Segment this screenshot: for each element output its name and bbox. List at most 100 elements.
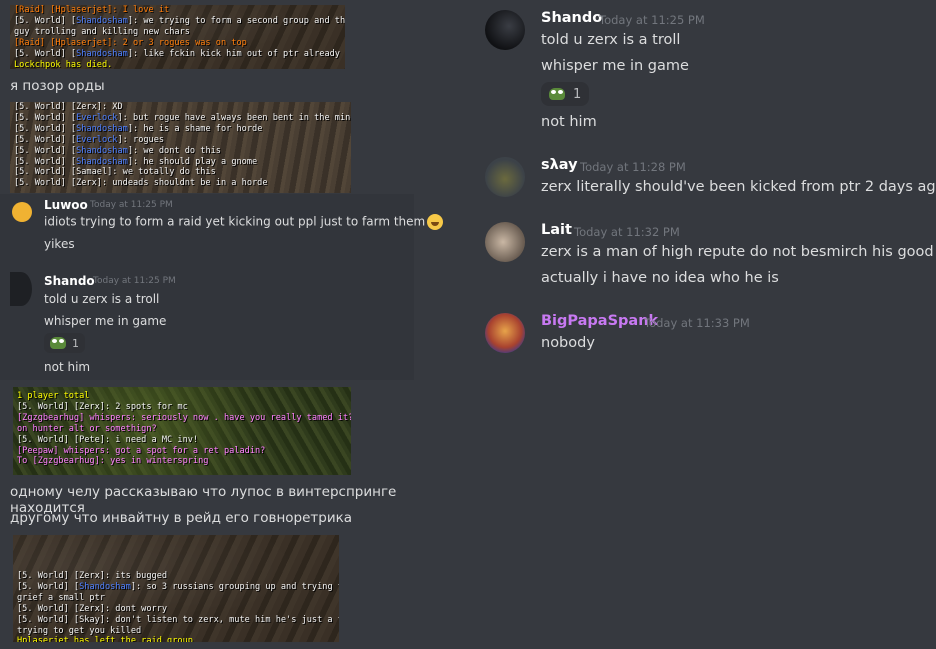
wow-chat-text: [Peepaw] whispers: got a spot for a ret … [17, 445, 266, 456]
shando-timestamp: Today at 11:25 PM [599, 13, 705, 27]
shando-line-1-small: told u zerx is a troll [44, 292, 160, 306]
left-collage: [Raid] [Hplaserjet]: I love it [5. World]… [0, 0, 472, 649]
wow-chat-text: [Raid] [Hplaserjet]: 2 or 3 rogues was o… [14, 37, 247, 48]
wow-chat-text: Hplaserjet has left the raid group [17, 636, 193, 642]
reaction-count: 1 [573, 86, 582, 102]
wow-chat-screenshot-whispers: 1 player total [5. World] [Zerx]: 2 spots… [13, 387, 351, 475]
pepe-emoji-icon [50, 337, 66, 349]
shando-line-2-small: whisper me in game [44, 314, 167, 328]
bigpapaspank-avatar[interactable] [485, 313, 525, 353]
pepe-reaction[interactable]: 1 [541, 82, 590, 106]
wow-chat-screenshot-middle: [5. World] [Zerx]: XD [5. World] [Everloc… [10, 102, 351, 193]
wow-chat-text: [5. World] [ [14, 48, 77, 59]
wow-chat-line: [5. World] [Shandosham]: we trying to fo… [14, 15, 345, 27]
wow-chat-text: trying to get you killed [17, 625, 142, 636]
wow-chat-text: [5. World] [Zerx]: 2 spots for mc [17, 401, 188, 412]
shando-message-2: whisper me in game [541, 58, 689, 74]
wow-chat-text: ]: like fckin kick him out of ptr alread… [127, 48, 340, 59]
luwoo-avatar [12, 202, 32, 222]
wow-chat-line: [5. World] [Zerx]: dont worry [17, 604, 335, 615]
wow-chat-text: grief a small ptr [17, 592, 105, 603]
wow-chat-screenshot-bottom: [5. World] [Zerx]: its bugged [5. World] … [13, 535, 339, 642]
wow-chat-line: [Raid] [Hplaserjet]: I love it [14, 5, 341, 16]
wow-player-name: Shandosham [79, 581, 131, 592]
shando-username-small[interactable]: Shando [44, 274, 95, 288]
wow-chat-line: [5. World] [Samael]: we totally do this [14, 167, 347, 178]
bigpapaspank-message: nobody [541, 335, 595, 351]
wow-chat-line: [5. World] [Shandosham]: he is a shame f… [14, 124, 347, 135]
wow-chat-line: [5. World] [Zerx]: 2 spots for mc [17, 402, 347, 413]
wow-player-name: Everlock [76, 134, 118, 145]
reaction-count-small: 1 [72, 336, 79, 350]
wow-chat-line: [Peepaw] whispers: got a spot for a ret … [17, 446, 347, 457]
wow-chat-text: ]: he is a shame for horde [127, 123, 263, 134]
wow-chat-text: [Raid] [Hplaserjet]: I love it [14, 5, 170, 15]
wow-chat-text: [5. World] [Zerx]: undeads shouldnt be i… [14, 178, 268, 189]
embedded-discord-screenshot: Luwoo Today at 11:25 PM idiots trying to… [0, 194, 472, 380]
wow-chat-line: [5. World] [Shandosham]: so 3 russians g… [17, 581, 339, 593]
wow-player-name: Shandosham [76, 145, 128, 156]
wow-chat-line: To [Zgzgbearhug]: yes in winterspring [17, 456, 347, 467]
shando-message-3: not him [541, 114, 597, 130]
wow-chat-line: [5. World] [Zerx]: XD [14, 102, 347, 113]
wow-chat-text: [5. World] [Zerx]: its bugged [17, 571, 168, 581]
wow-chat-text: ]: but rogue have always been bent in th… [117, 112, 352, 123]
wow-player-name: Shandosham [76, 15, 128, 26]
wow-player-name: Everlock [76, 112, 118, 123]
lait-username[interactable]: Lait [541, 222, 572, 238]
lait-timestamp: Today at 11:32 PM [574, 225, 680, 239]
shando-username[interactable]: Shando [541, 10, 602, 26]
pepe-emoji-icon [549, 88, 565, 100]
slay-timestamp: Today at 11:28 PM [580, 160, 686, 174]
wow-chat-text: [5. World] [Skay]: don't listen to zerx,… [17, 614, 339, 625]
pepe-reaction-small[interactable]: 1 [44, 333, 85, 353]
lait-message-2: actually i have no idea who he is [541, 270, 779, 286]
wow-chat-text: To [Zgzgbearhug]: yes in winterspring [17, 456, 209, 467]
shando-avatar-small [10, 272, 32, 306]
smile-emoji-icon [427, 214, 444, 230]
message-text-ru-1: я позор орды [10, 78, 105, 94]
wow-chat-line: 1 player total [17, 391, 347, 402]
wow-chat-line: [Zgzgbearhug] whispers: seriously now . … [17, 413, 351, 424]
wow-chat-text: ]: so 3 russians grouping up and trying … [130, 581, 339, 592]
wow-chat-screenshot-top: [Raid] [Hplaserjet]: I love it [5. World]… [10, 5, 345, 69]
wow-chat-line: [5. World] [Shandosham]: we dont do this [14, 146, 347, 157]
shando-message-1: told u zerx is a troll [541, 32, 681, 48]
wow-chat-line: guy trolling and killing new chars [14, 27, 341, 38]
wow-chat-text: [5. World] [ [14, 112, 77, 123]
wow-chat-text: [5. World] [ [14, 145, 77, 156]
wow-chat-line: [5. World] [Skay]: don't listen to zerx,… [17, 615, 339, 626]
lait-avatar[interactable] [485, 222, 525, 262]
wow-chat-text: [5. World] [Pete]: i need a MC inv! [17, 434, 199, 445]
wow-chat-text: ]: he should play a gnome [127, 156, 258, 167]
shando-avatar[interactable] [485, 10, 525, 50]
wow-chat-text: [5. World] [ [14, 15, 77, 26]
wow-chat-text: [5. World] [ [14, 123, 77, 134]
wow-chat-text: [5. World] [ [14, 156, 77, 167]
shando-line-3-small: not him [44, 360, 91, 374]
wow-chat-text: [5. World] [Samael]: we totally do this [14, 167, 216, 178]
wow-chat-line: [5. World] [Shandosham]: he should play … [14, 157, 347, 168]
slay-username[interactable]: sλay [541, 157, 578, 173]
wow-chat-text: [5. World] [ [17, 581, 80, 592]
wow-player-name: Shandosham [76, 123, 128, 134]
message-text-ru-3: другому что инвайтну в рейд его говнорет… [10, 510, 353, 526]
wow-chat-text: ]: we trying to form a second group and … [127, 15, 345, 26]
wow-chat-text: ]: we dont do this [127, 145, 221, 156]
wow-player-name: Shandosham [76, 156, 128, 167]
wow-chat-line: [Raid] [Hplaserjet]: 2 or 3 rogues was o… [14, 38, 341, 49]
wow-chat-text: on hunter alt or somethign? [17, 423, 157, 434]
bigpapaspank-username[interactable]: BigPapaSpank [541, 313, 658, 329]
lait-message-1: zerx is a man of high repute do not besm… [541, 244, 936, 260]
luwoo-message-text: idiots trying to form a raid yet kicking… [44, 214, 426, 229]
luwoo-timestamp: Today at 11:25 PM [90, 200, 173, 210]
slay-avatar[interactable] [485, 157, 525, 197]
slay-message: zerx literally should've been kicked fro… [541, 179, 936, 195]
wow-chat-line: Hplaserjet has left the raid group [17, 636, 335, 642]
wow-chat-line: on hunter alt or somethign? [17, 424, 347, 435]
wow-chat-text: [5. World] [Zerx]: XD [14, 102, 123, 112]
wow-player-name: Shandosham [76, 48, 128, 59]
luwoo-username[interactable]: Luwoo [44, 198, 88, 212]
bigpapaspank-timestamp: Today at 11:33 PM [644, 316, 750, 330]
shando-timestamp-small: Today at 11:25 PM [93, 276, 176, 286]
